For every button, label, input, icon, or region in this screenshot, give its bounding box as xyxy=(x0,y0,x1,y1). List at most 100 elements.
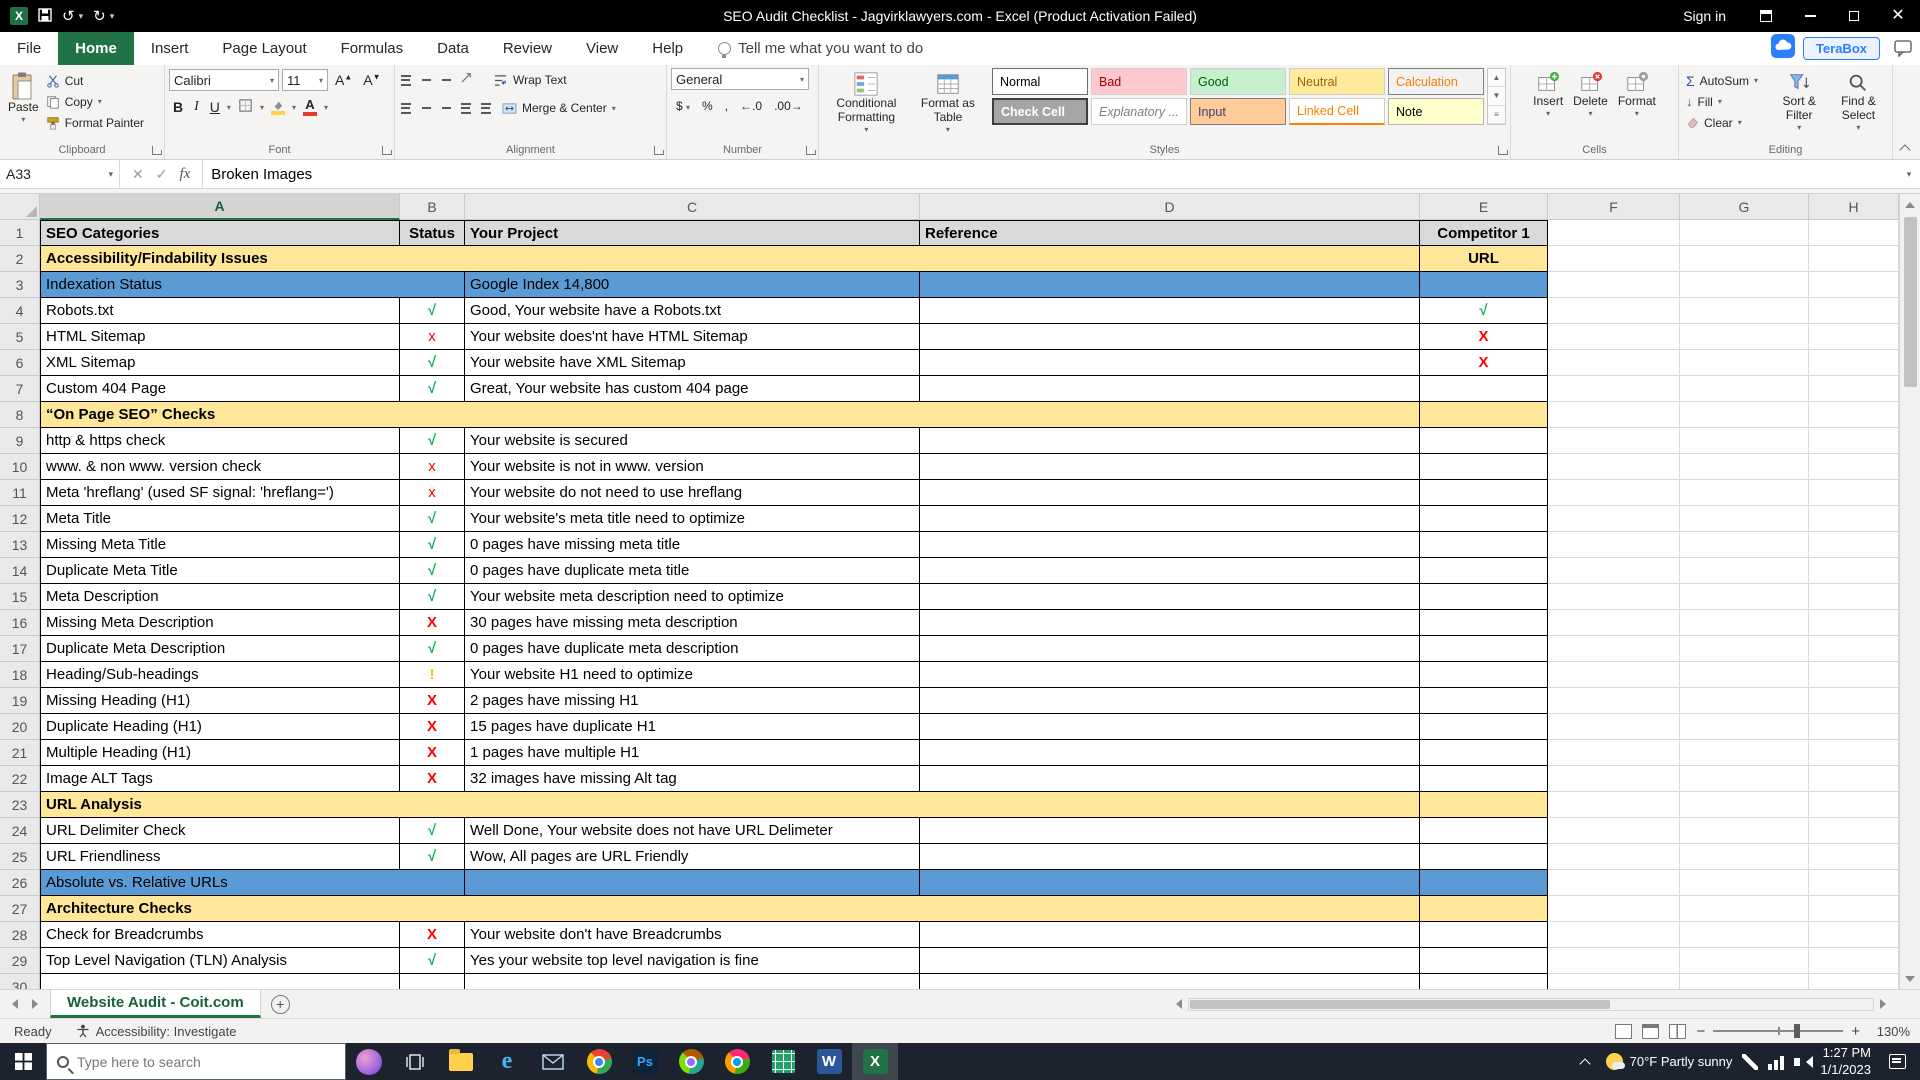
row-header-26[interactable]: 26 xyxy=(0,870,40,896)
column-header-E[interactable]: E xyxy=(1420,194,1548,220)
cell-G24[interactable] xyxy=(1680,818,1809,844)
align-middle-icon[interactable] xyxy=(419,73,433,88)
number-format-select[interactable]: General▾ xyxy=(671,68,809,90)
cell-H24[interactable] xyxy=(1809,818,1899,844)
cell-A23[interactable]: URL Analysis xyxy=(40,792,1420,818)
column-header-C[interactable]: C xyxy=(465,194,920,220)
align-bottom-icon[interactable] xyxy=(439,73,453,88)
row-header-6[interactable]: 6 xyxy=(0,350,40,376)
cell-E6[interactable]: X xyxy=(1420,350,1548,376)
percent-format-icon[interactable]: % xyxy=(697,98,718,114)
cell-D3[interactable] xyxy=(920,272,1420,298)
weather-widget[interactable]: 70°F Partly sunny xyxy=(1606,1053,1733,1070)
cell-H28[interactable] xyxy=(1809,922,1899,948)
cell-F8[interactable] xyxy=(1548,402,1680,428)
terabox-button[interactable]: TeraBox xyxy=(1803,37,1880,60)
cell-D20[interactable] xyxy=(920,714,1420,740)
cell-H23[interactable] xyxy=(1809,792,1899,818)
cell-A19[interactable]: Missing Heading (H1) xyxy=(40,688,400,714)
cell-style-linked[interactable]: Linked Cell xyxy=(1289,98,1385,125)
cell-H21[interactable] xyxy=(1809,740,1899,766)
page-break-view-icon[interactable] xyxy=(1669,1024,1686,1039)
select-all-button[interactable] xyxy=(0,194,40,220)
cell-E26[interactable] xyxy=(1420,870,1548,896)
insert-cells-button[interactable]: Insert ▾ xyxy=(1529,68,1567,121)
word-button[interactable]: W xyxy=(806,1043,852,1080)
cell-G14[interactable] xyxy=(1680,558,1809,584)
close-button[interactable]: ✕ xyxy=(1876,0,1920,32)
cell-F17[interactable] xyxy=(1548,636,1680,662)
cell-C21[interactable]: 1 pages have multiple H1 xyxy=(465,740,920,766)
cell-A16[interactable]: Missing Meta Description xyxy=(40,610,400,636)
ribbon-tab-page-layout[interactable]: Page Layout xyxy=(205,32,323,65)
cell-H30[interactable] xyxy=(1809,974,1899,989)
row-header-17[interactable]: 17 xyxy=(0,636,40,662)
cell-B25[interactable]: √ xyxy=(400,844,465,870)
cell-B11[interactable]: x xyxy=(400,480,465,506)
cell-F1[interactable] xyxy=(1548,220,1680,246)
cell-G15[interactable] xyxy=(1680,584,1809,610)
underline-button[interactable]: U xyxy=(206,99,224,115)
cell-E3[interactable] xyxy=(1420,272,1548,298)
cell-G7[interactable] xyxy=(1680,376,1809,402)
cell-G4[interactable] xyxy=(1680,298,1809,324)
cell-E10[interactable] xyxy=(1420,454,1548,480)
cell-A30[interactable] xyxy=(40,974,400,989)
column-header-A[interactable]: A xyxy=(40,194,400,220)
zoom-slider[interactable] xyxy=(1713,1030,1843,1032)
cell-D12[interactable] xyxy=(920,506,1420,532)
cell-F11[interactable] xyxy=(1548,480,1680,506)
ribbon-tab-formulas[interactable]: Formulas xyxy=(324,32,421,65)
alignment-dialog-launcher-icon[interactable] xyxy=(654,146,663,155)
cell-style-neutral[interactable]: Neutral xyxy=(1289,68,1385,95)
gallery-down-icon[interactable]: ▼ xyxy=(1488,87,1505,105)
row-header-8[interactable]: 8 xyxy=(0,402,40,428)
sheet-tab[interactable]: Website Audit - Coit.com xyxy=(50,990,261,1018)
cut-button[interactable]: Cut xyxy=(43,70,147,91)
cell-E22[interactable] xyxy=(1420,766,1548,792)
fill-button[interactable]: ↓ Fill ▾ xyxy=(1683,91,1770,112)
cell-F10[interactable] xyxy=(1548,454,1680,480)
cell-G8[interactable] xyxy=(1680,402,1809,428)
cell-F26[interactable] xyxy=(1548,870,1680,896)
comma-format-icon[interactable]: , xyxy=(720,98,733,114)
tell-me-box[interactable]: Tell me what you want to do xyxy=(718,32,923,65)
tray-network-icon[interactable] xyxy=(1768,1054,1784,1070)
cell-H6[interactable] xyxy=(1809,350,1899,376)
cell-A29[interactable]: Top Level Navigation (TLN) Analysis xyxy=(40,948,400,974)
cell-E30[interactable] xyxy=(1420,974,1548,989)
cell-E17[interactable] xyxy=(1420,636,1548,662)
row-header-28[interactable]: 28 xyxy=(0,922,40,948)
number-dialog-launcher-icon[interactable] xyxy=(806,146,815,155)
cell-H10[interactable] xyxy=(1809,454,1899,480)
cell-D21[interactable] xyxy=(920,740,1420,766)
cell-F12[interactable] xyxy=(1548,506,1680,532)
minimize-button[interactable] xyxy=(1788,0,1832,32)
cell-A1[interactable]: SEO Categories xyxy=(40,220,400,246)
cell-C11[interactable]: Your website do not need to use hreflang xyxy=(465,480,920,506)
cell-D28[interactable] xyxy=(920,922,1420,948)
cell-F23[interactable] xyxy=(1548,792,1680,818)
cell-C22[interactable]: 32 images have missing Alt tag xyxy=(465,766,920,792)
cell-H7[interactable] xyxy=(1809,376,1899,402)
maximize-button[interactable] xyxy=(1832,0,1876,32)
cell-B10[interactable]: x xyxy=(400,454,465,480)
cell-E19[interactable] xyxy=(1420,688,1548,714)
save-icon[interactable] xyxy=(38,8,52,25)
cell-H20[interactable] xyxy=(1809,714,1899,740)
row-header-4[interactable]: 4 xyxy=(0,298,40,324)
cell-style-good[interactable]: Good xyxy=(1190,68,1286,95)
search-input[interactable] xyxy=(77,1054,307,1070)
format-cells-button[interactable]: Format ▾ xyxy=(1614,68,1660,121)
scroll-right-icon[interactable] xyxy=(1874,995,1892,1013)
cell-F21[interactable] xyxy=(1548,740,1680,766)
excel-taskbar-button[interactable]: X xyxy=(852,1043,898,1080)
cell-G6[interactable] xyxy=(1680,350,1809,376)
cell-F9[interactable] xyxy=(1548,428,1680,454)
cell-A14[interactable]: Duplicate Meta Title xyxy=(40,558,400,584)
column-header-B[interactable]: B xyxy=(400,194,465,220)
comments-icon[interactable] xyxy=(1894,39,1912,62)
cell-A22[interactable]: Image ALT Tags xyxy=(40,766,400,792)
row-header-24[interactable]: 24 xyxy=(0,818,40,844)
accounting-format-icon[interactable]: $ ▾ xyxy=(671,98,695,114)
